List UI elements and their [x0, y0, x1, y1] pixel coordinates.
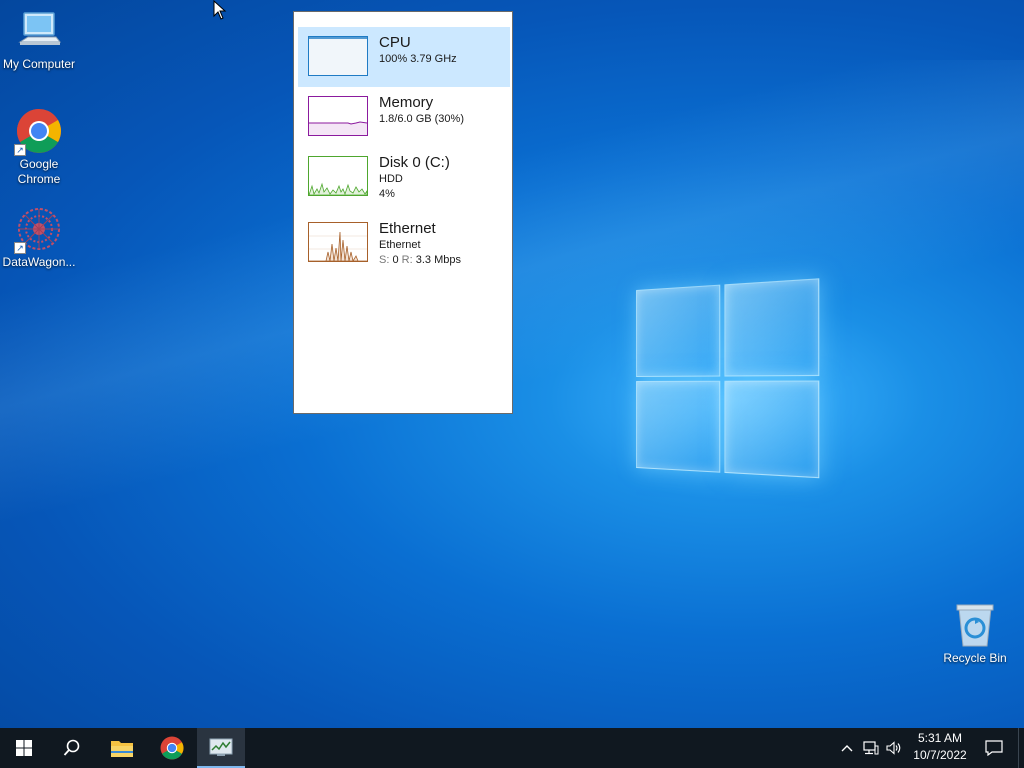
clock-time: 5:31 AM: [917, 731, 963, 745]
volume-tray-button[interactable]: [883, 728, 905, 768]
perf-item-detail-2: 4%: [379, 188, 395, 200]
ethernet-graph: [308, 222, 368, 262]
perf-item-memory[interactable]: Memory 1.8/6.0 GB (30%): [298, 87, 510, 147]
task-manager-icon: [209, 738, 233, 756]
desktop-icon-google-chrome[interactable]: ↗ Google Chrome: [0, 108, 78, 187]
perf-item-detail: 100% 3.79 GHz: [379, 53, 457, 65]
show-hidden-icons-button[interactable]: [836, 728, 858, 768]
perf-item-cpu[interactable]: CPU 100% 3.79 GHz: [298, 27, 510, 87]
search-button[interactable]: [48, 728, 96, 768]
perf-item-detail: Ethernet: [379, 239, 421, 251]
perf-item-title: Memory: [379, 94, 434, 111]
desktop-icon-recycle-bin[interactable]: Recycle Bin: [936, 602, 1014, 666]
chevron-up-icon: [841, 745, 853, 752]
network-icon: [863, 741, 879, 755]
file-explorer-icon: [111, 741, 133, 757]
task-manager-taskbar-button[interactable]: [197, 728, 245, 768]
chrome-icon: [160, 736, 184, 760]
network-tray-button[interactable]: [860, 728, 882, 768]
perf-item-title: CPU: [379, 34, 411, 51]
windows-logo-wallpaper: [636, 277, 833, 492]
desktop-icon-my-computer[interactable]: My Computer: [0, 10, 78, 72]
send-label: S:: [379, 254, 390, 266]
perf-item-ethernet[interactable]: Ethernet Ethernet S: 0 R: 3.3 Mbps: [298, 213, 510, 273]
perf-item-title: Ethernet: [379, 220, 436, 237]
perf-item-disk[interactable]: Disk 0 (C:) HDD 4%: [298, 147, 510, 207]
desktop-icon-label: My Computer: [2, 57, 76, 71]
task-manager-summary-view: CPU 100% 3.79 GHz Memory 1.8/6.0 GB (30%…: [293, 11, 513, 414]
taskbar: 5:31 AM 10/7/2022: [0, 728, 1024, 768]
memory-graph: [308, 96, 368, 136]
clock-date: 10/7/2022: [913, 748, 967, 762]
recycle-bin-icon: [956, 604, 994, 647]
desktop-icon-label: Google Chrome: [17, 157, 61, 186]
perf-item-title: Disk 0 (C:): [379, 154, 450, 171]
shortcut-arrow-icon: ↗: [14, 144, 26, 156]
notification-icon: [985, 740, 1003, 756]
start-button[interactable]: [0, 728, 48, 768]
taskbar-clock[interactable]: 5:31 AM 10/7/2022: [908, 730, 972, 764]
perf-item-detail: 1.8/6.0 GB (30%): [379, 113, 464, 125]
start-icon: [16, 740, 32, 756]
receive-label: R:: [401, 254, 413, 266]
perf-item-detail: HDD: [379, 173, 403, 185]
desktop-icon-label: DataWagon...: [2, 255, 76, 269]
search-icon: [63, 739, 80, 756]
disk-graph: [308, 156, 368, 196]
desktop-icon-datawagon[interactable]: ↗ DataWagon...: [0, 206, 78, 270]
cpu-graph: [308, 36, 368, 76]
file-explorer-button[interactable]: [98, 728, 146, 768]
desktop-icon-label: Recycle Bin: [943, 651, 1007, 665]
speaker-icon: [886, 741, 901, 755]
send-value: 0: [392, 254, 399, 266]
mouse-cursor-icon: [213, 0, 227, 20]
receive-value: 3.3 Mbps: [415, 254, 461, 266]
perf-item-detail-2: S: 0 R: 3.3 Mbps: [379, 253, 461, 268]
chrome-taskbar-button[interactable]: [148, 728, 196, 768]
shortcut-arrow-icon: ↗: [14, 242, 26, 254]
action-center-button[interactable]: [976, 728, 1012, 768]
show-desktop-button[interactable]: [1018, 728, 1024, 768]
computer-icon: [18, 12, 62, 45]
